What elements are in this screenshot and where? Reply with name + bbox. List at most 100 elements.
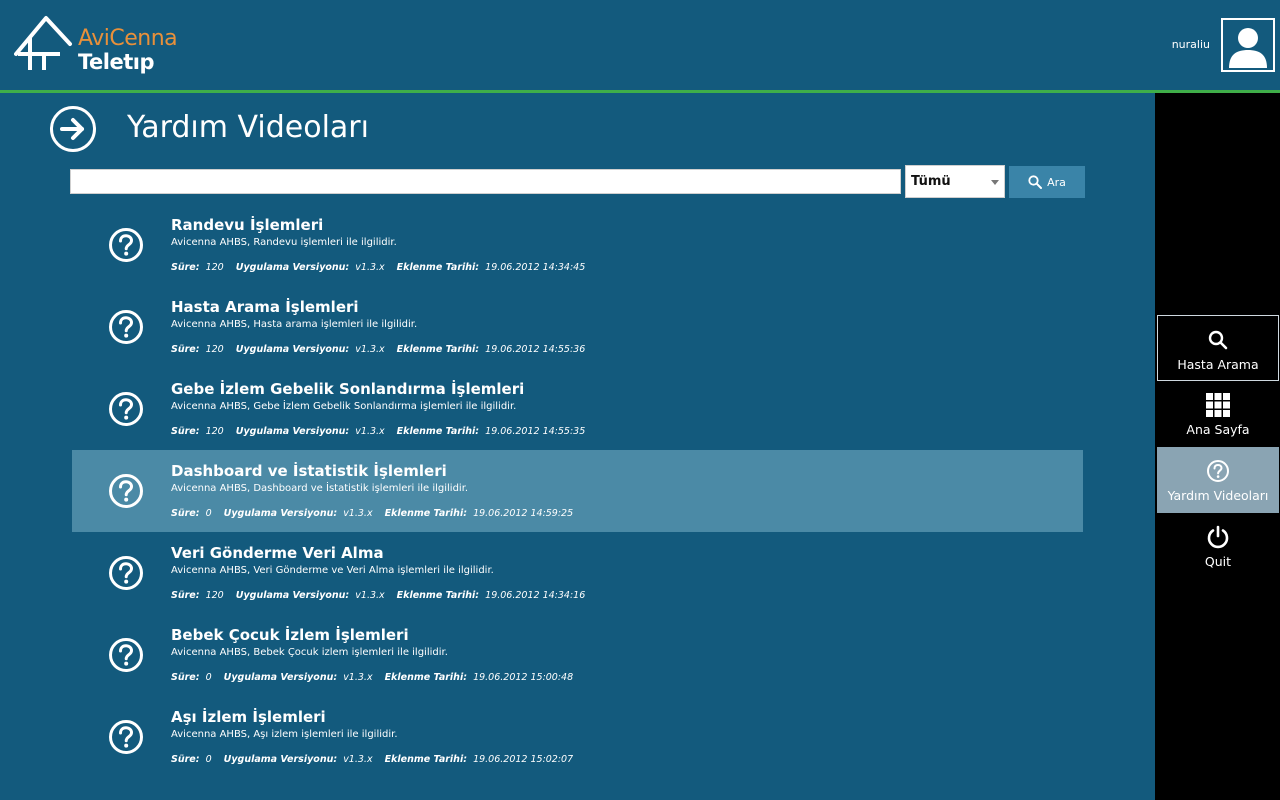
question-circle-icon [109,392,143,426]
date-label: Eklenme Tarihi: [384,508,468,519]
duration-label: Süre: [171,262,200,273]
video-meta: Süre: 120 Uygulama Versiyonu: v1.3.x Eklen… [171,262,585,273]
power-icon [1207,525,1229,549]
video-description: Avicenna AHBS, Bebek Çocuk izlem işlemle… [171,647,448,658]
search-button[interactable]: Ara [1009,166,1085,198]
video-meta: Süre: 120 Uygulama Versiyonu: v1.3.x Eklen… [171,344,585,355]
user-silhouette-icon [1229,28,1267,68]
video-list-item-selected[interactable]: Dashboard ve İstatistik İşlemleri Avicen… [72,450,1083,532]
video-meta: Süre: 120 Uygulama Versiyonu: v1.3.x Eklen… [171,590,585,601]
duration-label: Süre: [171,590,200,601]
date-label: Eklenme Tarihi: [396,262,480,273]
date-value: 19.06.2012 14:55:35 [485,426,586,437]
nav-hasta-arama[interactable]: Hasta Arama [1157,315,1279,381]
video-meta: Süre: 0 Uygulama Versiyonu: v1.3.x Eklenme… [171,672,573,683]
nav-label: Quit [1204,554,1232,569]
version-label: Uygulama Versiyonu: [235,344,350,355]
logo-icon [14,16,72,70]
nav-quit[interactable]: Quit [1157,513,1279,579]
duration-value: 0 [205,672,212,683]
duration-value: 120 [205,426,224,437]
video-description: Avicenna AHBS, Aşı izlem işlemleri ile i… [171,729,398,740]
video-list-item[interactable]: Bebek Çocuk İzlem İşlemleri Avicenna AHB… [72,614,1083,696]
video-list-item[interactable]: Gebe İzlem Gebelik Sonlandırma İşlemleri… [72,368,1083,450]
question-circle-icon [109,228,143,262]
date-label: Eklenme Tarihi: [396,426,480,437]
app-header: AviCenna Teletıp nuraliu [0,0,1280,90]
version-value: v1.3.x [355,344,385,355]
question-circle-icon [109,720,143,754]
video-title: Gebe İzlem Gebelik Sonlandırma İşlemleri [171,380,525,398]
version-label: Uygulama Versiyonu: [223,672,338,683]
date-value: 19.06.2012 14:34:16 [485,590,586,601]
date-label: Eklenme Tarihi: [396,344,480,355]
nav-label: Ana Sayfa [1186,422,1250,437]
date-value: 19.06.2012 14:34:45 [485,262,586,273]
version-value: v1.3.x [355,426,385,437]
logo-text-primary: AviCenna [78,26,178,51]
back-button[interactable] [50,106,96,152]
nav-label: Yardım Videoları [1167,488,1269,503]
video-description: Avicenna AHBS, Hasta arama işlemleri ile… [171,319,418,330]
chevron-down-icon [991,180,999,185]
video-list-item[interactable]: Aşı İzlem İşlemleri Avicenna AHBS, Aşı i… [72,696,1083,778]
question-circle-icon [109,556,143,590]
video-title: Veri Gönderme Veri Alma [171,544,384,562]
question-circle-icon [109,638,143,672]
app-logo: AviCenna Teletıp [14,14,194,76]
duration-value: 120 [205,590,224,601]
help-video-list: Randevu İşlemleri Avicenna AHBS, Randevu… [72,204,1083,778]
search-input[interactable] [70,169,901,194]
video-title: Aşı İzlem İşlemleri [171,708,326,726]
grid-icon [1206,393,1230,417]
video-list-item[interactable]: Randevu İşlemleri Avicenna AHBS, Randevu… [72,204,1083,286]
version-value: v1.3.x [355,590,385,601]
search-button-label: Ara [1047,175,1066,189]
duration-value: 0 [205,508,212,519]
duration-value: 120 [205,262,224,273]
nav-yardim-videolari[interactable]: Yardım Videoları [1157,447,1279,513]
duration-value: 120 [205,344,224,355]
video-meta: Süre: 0 Uygulama Versiyonu: v1.3.x Eklenme… [171,754,573,765]
duration-value: 0 [205,754,212,765]
help-icon [1207,460,1229,482]
date-label: Eklenme Tarihi: [384,754,468,765]
version-value: v1.3.x [343,754,373,765]
question-circle-icon [109,474,143,508]
duration-label: Süre: [171,754,200,765]
user-avatar[interactable] [1221,18,1275,72]
duration-label: Süre: [171,426,200,437]
category-filter-dropdown[interactable]: Tümü [905,165,1005,198]
date-label: Eklenme Tarihi: [384,672,468,683]
video-title: Randevu İşlemleri [171,216,324,234]
video-meta: Süre: 0 Uygulama Versiyonu: v1.3.x Eklenme… [171,508,573,519]
header-accent-line [0,90,1280,93]
version-label: Uygulama Versiyonu: [235,590,350,601]
video-list-item[interactable]: Veri Gönderme Veri Alma Avicenna AHBS, V… [72,532,1083,614]
duration-label: Süre: [171,344,200,355]
search-icon [1028,175,1043,189]
video-title: Dashboard ve İstatistik İşlemleri [171,462,447,480]
video-description: Avicenna AHBS, Veri Gönderme ve Veri Alm… [171,565,494,576]
arrow-right-icon [60,118,84,140]
date-value: 19.06.2012 15:00:48 [473,672,574,683]
date-value: 19.06.2012 15:02:07 [473,754,574,765]
search-icon [1208,330,1228,350]
logo-text-secondary: Teletıp [78,50,155,74]
duration-label: Süre: [171,672,200,683]
video-description: Avicenna AHBS, Gebe İzlem Gebelik Sonlan… [171,401,517,412]
video-title: Hasta Arama İşlemleri [171,298,359,316]
filter-selected-value: Tümü [911,174,951,189]
video-list-item[interactable]: Hasta Arama İşlemleri Avicenna AHBS, Has… [72,286,1083,368]
date-label: Eklenme Tarihi: [396,590,480,601]
question-circle-icon [109,310,143,344]
version-value: v1.3.x [343,672,373,683]
version-label: Uygulama Versiyonu: [223,508,338,519]
nav-label: Hasta Arama [1177,357,1259,372]
version-label: Uygulama Versiyonu: [235,262,350,273]
video-description: Avicenna AHBS, Dashboard ve İstatistik i… [171,483,469,494]
version-label: Uygulama Versiyonu: [235,426,350,437]
page-title: Yardım Videoları [127,110,369,145]
version-label: Uygulama Versiyonu: [223,754,338,765]
nav-ana-sayfa[interactable]: Ana Sayfa [1157,381,1279,447]
